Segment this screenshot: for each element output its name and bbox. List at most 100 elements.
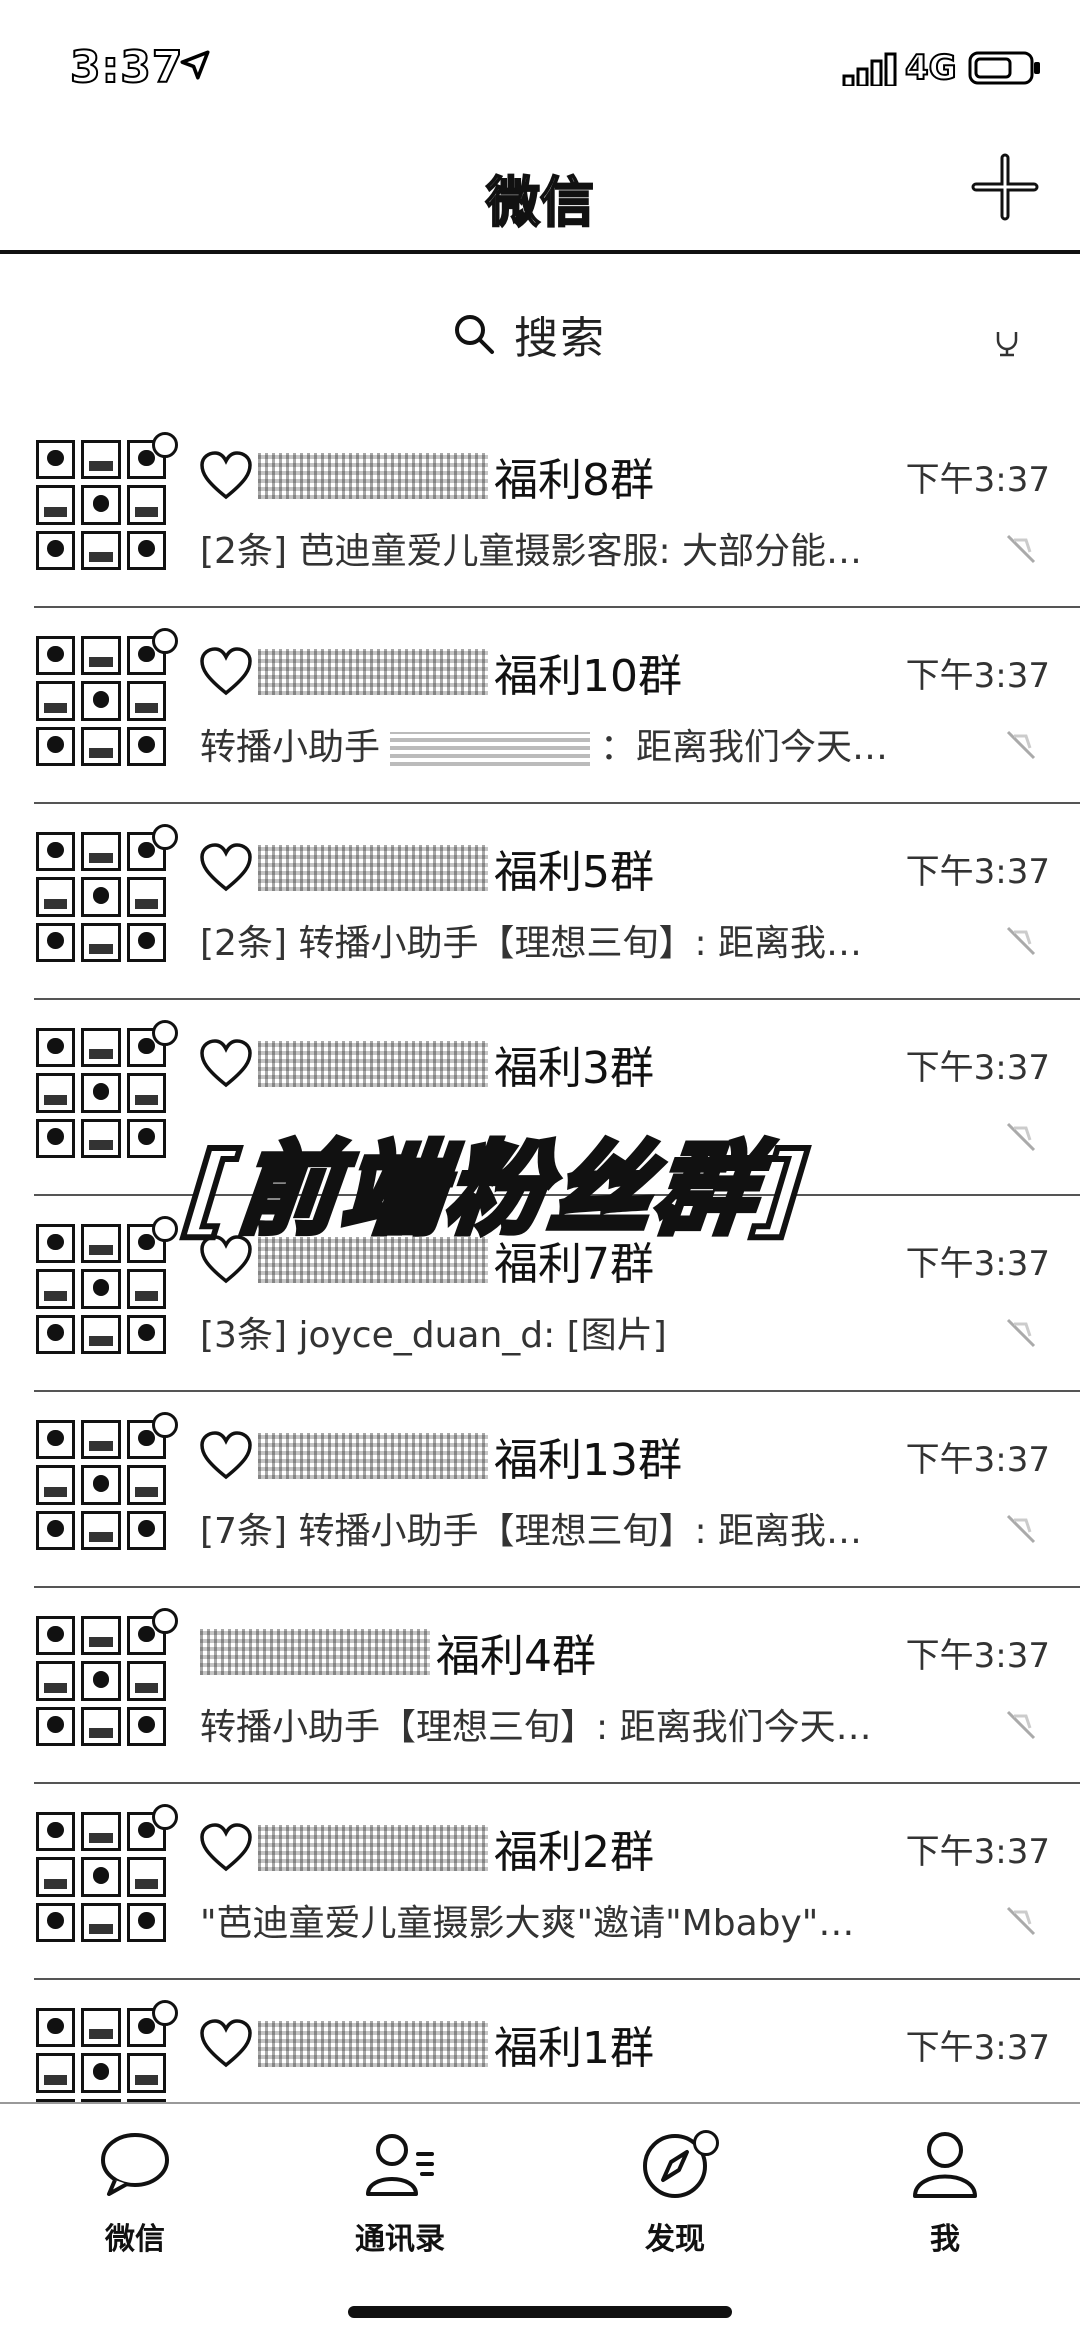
redacted-text [258, 453, 488, 499]
chat-message-text: ：距离我们今天… [600, 727, 889, 768]
unread-dot [152, 1804, 178, 1830]
signal-icon [842, 52, 897, 86]
home-indicator [348, 2306, 732, 2318]
unread-dot [152, 1412, 178, 1438]
unread-dot [152, 1216, 178, 1242]
chat-row[interactable]: 福利4群 下午3:37 转播小助手【理想三旬】: 距离我们今天… [0, 1588, 1080, 1784]
heart-icon [200, 843, 252, 892]
chat-title: 福利4群 [200, 1620, 596, 1684]
chat-title: 福利8群 [200, 444, 654, 508]
chat-time: 下午3:37 [905, 460, 1050, 500]
unread-dot [152, 824, 178, 850]
mute-icon [1006, 1122, 1036, 1152]
chat-time: 下午3:37 [905, 2028, 1050, 2068]
unread-dot [152, 628, 178, 654]
tab-label: 我 [930, 2222, 960, 2257]
search-placeholder: 搜索 [514, 313, 606, 364]
group-avatar [36, 1028, 166, 1158]
group-avatar [36, 1420, 166, 1550]
chat-time: 下午3:37 [905, 1636, 1050, 1676]
redacted-text [258, 649, 488, 695]
redacted-text [200, 1629, 430, 1675]
mute-icon [1006, 926, 1036, 956]
chat-title-suffix: 福利10群 [494, 651, 682, 702]
battery-icon [968, 51, 1040, 85]
heart-icon [200, 451, 252, 500]
chat-message-text: 转播小助手【理想三旬】: 距离我们今天… [200, 1707, 872, 1748]
heart-icon [200, 1823, 252, 1872]
redacted-text [258, 845, 488, 891]
tab-bar: 微信 通讯录 发现 我 [0, 2102, 1080, 2340]
chat-title-suffix: 福利5群 [494, 847, 654, 898]
chat-last-message: "芭迪童爱儿童摄影大爽"邀请"Mbaby"… [200, 1894, 960, 1946]
chat-row[interactable]: 福利1群 下午3:37 [0, 1980, 1080, 2102]
mute-icon [1006, 1906, 1036, 1936]
tab-chats[interactable]: 微信 [35, 2124, 235, 2258]
chat-row[interactable]: 福利8群 下午3:37 [2条] 芭迪童爱儿童摄影客服: 大部分能… [0, 412, 1080, 608]
plus-icon[interactable] [970, 152, 1040, 222]
status-time: 3:37 [69, 41, 184, 94]
chat-message-text: [2条] 芭迪童爱儿童摄影客服: 大部分能… [200, 531, 863, 572]
notification-dot [693, 2130, 719, 2156]
chat-list[interactable]: 福利8群 下午3:37 [2条] 芭迪童爱儿童摄影客服: 大部分能… 福利10群 下午3… [0, 412, 1080, 2102]
group-avatar [36, 2008, 166, 2102]
chat-last-message: 转播小助手【理想三旬】: 距离我们今天… [200, 1698, 960, 1750]
unread-dot [152, 1608, 178, 1634]
chat-last-message: 转播小助手 ：距离我们今天… [200, 718, 960, 770]
group-avatar [36, 832, 166, 962]
chat-row[interactable]: 福利2群 下午3:37 "芭迪童爱儿童摄影大爽"邀请"Mbaby"… [0, 1784, 1080, 1980]
nav-bar: 微信 [0, 130, 1080, 254]
tab-label: 微信 [105, 2222, 165, 2257]
chat-row[interactable]: 福利5群 下午3:37 [2条] 转播小助手【理想三旬】: 距离我… [0, 804, 1080, 1000]
chat-last-message: [2条] 转播小助手【理想三旬】: 距离我… [200, 914, 960, 966]
mute-icon [1006, 534, 1036, 564]
chat-last-message: [7条] 转播小助手【理想三旬】: 距离我… [200, 1502, 960, 1554]
chat-message-text: [2条] 转播小助手【理想三旬】: 距离我… [200, 923, 863, 964]
unread-dot [152, 1020, 178, 1046]
chat-last-message: [3条] joyce_duan_d: [图片] [200, 1306, 960, 1358]
chat-time: 下午3:37 [905, 1244, 1050, 1284]
page-title: 微信 [485, 170, 595, 235]
tab-label: 通讯录 [355, 2222, 445, 2257]
chat-message-text: [3条] joyce_duan_d: [图片] [200, 1315, 667, 1356]
chat-title-suffix: 福利13群 [494, 1435, 682, 1486]
chat-time: 下午3:37 [905, 656, 1050, 696]
group-avatar [36, 1812, 166, 1942]
mute-icon [1006, 1710, 1036, 1740]
group-avatar [36, 1616, 166, 1746]
microphone-icon[interactable] [990, 324, 1024, 358]
search-bar[interactable]: 搜索 [0, 296, 1080, 372]
tab-me[interactable]: 我 [845, 2124, 1045, 2258]
redacted-name [390, 732, 591, 766]
redacted-text [258, 2021, 488, 2067]
tab-contacts[interactable]: 通讯录 [300, 2124, 500, 2258]
search-icon [455, 315, 494, 354]
chat-bubble-icon [101, 2133, 169, 2196]
group-avatar [36, 1224, 166, 1354]
chat-message-text: "芭迪童爱儿童摄影大爽"邀请"Mbaby"… [200, 1903, 855, 1944]
chat-row[interactable]: 福利10群 下午3:37 转播小助手 ：距离我们今天… [0, 608, 1080, 804]
chat-title-suffix: 福利8群 [494, 455, 654, 506]
redacted-text [258, 1041, 488, 1087]
redacted-text [258, 1433, 488, 1479]
tab-label: 发现 [645, 2222, 705, 2257]
heart-icon [200, 647, 252, 696]
chat-title: 福利2群 [200, 1816, 654, 1880]
chat-message-text: [7条] 转播小助手【理想三旬】: 距离我… [200, 1511, 863, 1552]
chat-title-suffix: 福利4群 [436, 1631, 596, 1682]
chat-title: 福利10群 [200, 640, 682, 704]
overlay-banner: [前端粉丝群] [180, 1128, 818, 1251]
message-sender: 转播小助手 [200, 727, 381, 768]
heart-icon [200, 1039, 252, 1088]
chat-title-suffix: 福利3群 [494, 1043, 654, 1094]
search-field[interactable]: 搜索 [452, 302, 606, 366]
contacts-icon [366, 2134, 434, 2196]
group-avatar [36, 636, 166, 766]
chat-last-message: [2条] 芭迪童爱儿童摄影客服: 大部分能… [200, 522, 960, 574]
chat-title: 福利3群 [200, 1032, 654, 1096]
tab-discover[interactable]: 发现 [575, 2124, 775, 2258]
chat-time: 下午3:37 [905, 1440, 1050, 1480]
status-bar: 3:37 4G [0, 0, 1080, 130]
redacted-text [258, 1825, 488, 1871]
chat-row[interactable]: 福利13群 下午3:37 [7条] 转播小助手【理想三旬】: 距离我… [0, 1392, 1080, 1588]
